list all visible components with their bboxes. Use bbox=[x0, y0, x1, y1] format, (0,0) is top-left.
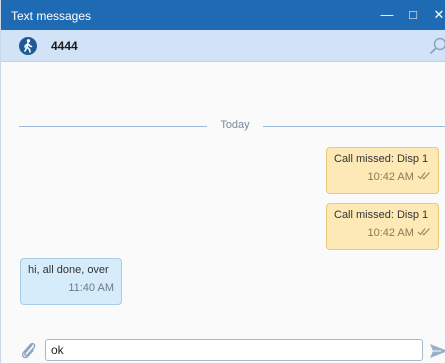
window-title: Text messages bbox=[11, 9, 92, 23]
message-meta: 10:42 AM bbox=[334, 226, 431, 241]
minimize-button[interactable]: — bbox=[373, 0, 401, 30]
outgoing-message-bubble[interactable]: Call missed: Disp 1 10:42 AM bbox=[326, 147, 439, 194]
maximize-button[interactable]: □ bbox=[399, 0, 427, 30]
paperclip-icon[interactable] bbox=[20, 340, 38, 360]
message-list[interactable]: Today Call missed: Disp 1 10:42 AM Call … bbox=[1, 62, 445, 338]
walking-person-icon bbox=[19, 37, 37, 55]
message-time: 11:40 AM bbox=[68, 282, 114, 294]
message-composer bbox=[1, 338, 445, 363]
send-icon[interactable] bbox=[429, 341, 445, 361]
message-meta: 10:42 AM bbox=[334, 170, 431, 185]
outgoing-message-bubble[interactable]: Call missed: Disp 1 10:42 AM bbox=[326, 203, 439, 250]
message-text: Call missed: Disp 1 bbox=[334, 209, 429, 221]
message-text: Call missed: Disp 1 bbox=[334, 153, 429, 165]
date-divider-label: Today bbox=[220, 119, 250, 131]
contact-name: 4444 bbox=[51, 39, 78, 53]
double-check-icon bbox=[417, 227, 431, 239]
text-messages-window: Text messages — □ ✕ 4444 Today Call miss… bbox=[0, 0, 445, 363]
message-input[interactable] bbox=[45, 339, 423, 361]
message-time: 10:42 AM bbox=[367, 227, 414, 239]
title-bar[interactable]: Text messages — □ ✕ bbox=[1, 0, 445, 30]
message-time: 10:42 AM bbox=[367, 171, 414, 183]
date-divider-line bbox=[263, 126, 445, 127]
close-button[interactable]: ✕ bbox=[425, 0, 445, 30]
double-check-icon bbox=[417, 171, 431, 183]
incoming-message-bubble[interactable]: hi, all done, over 11:40 AM bbox=[20, 258, 122, 305]
contact-header: 4444 bbox=[1, 30, 445, 62]
message-text: hi, all done, over bbox=[28, 264, 109, 276]
date-divider-line bbox=[19, 126, 207, 127]
search-icon[interactable] bbox=[429, 36, 445, 56]
